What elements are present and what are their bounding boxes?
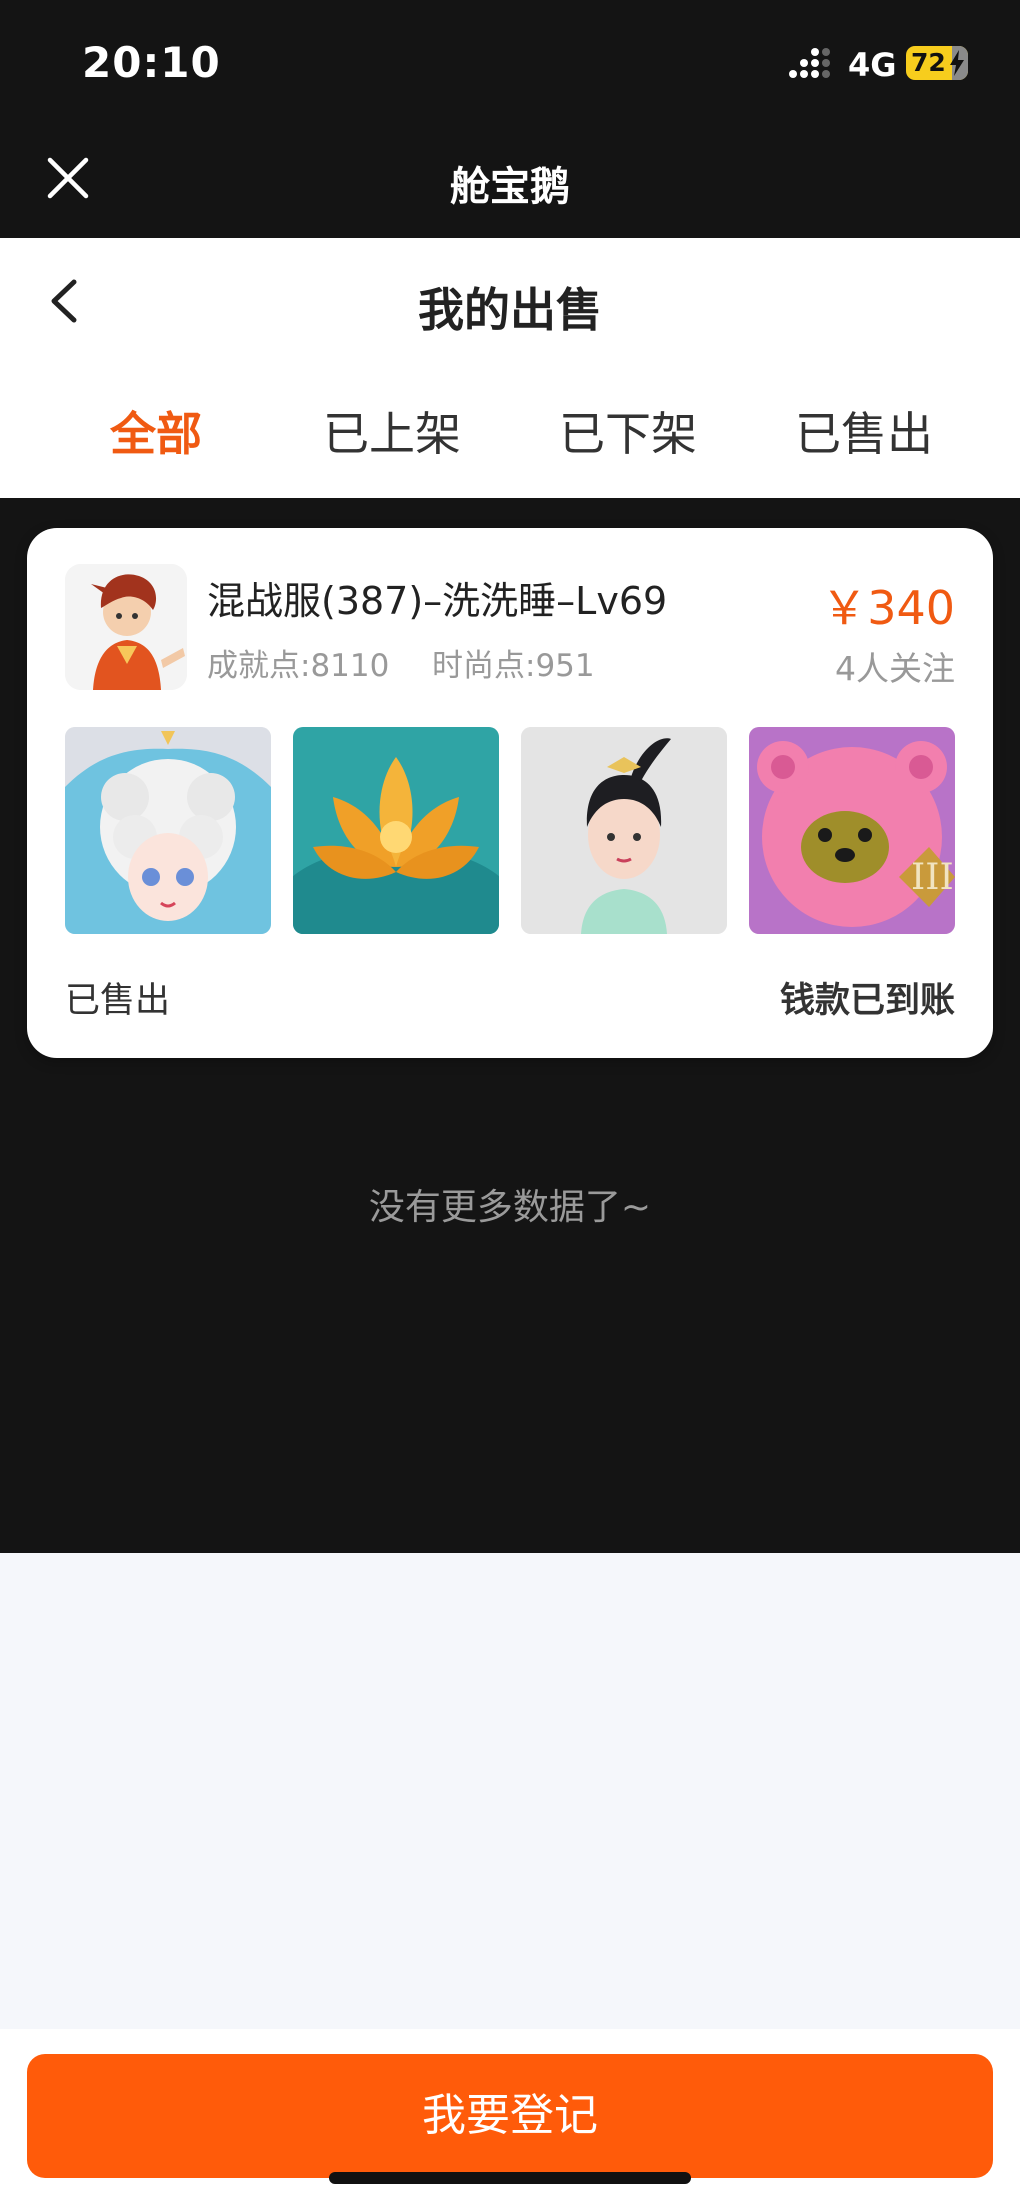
- register-button[interactable]: 我要登记: [27, 2054, 993, 2178]
- page-header: 我的出售 全部 已上架 已下架 已售出: [0, 238, 1020, 498]
- tab-all[interactable]: 全部: [38, 398, 274, 464]
- payment-status: 钱款已到账: [779, 981, 955, 1021]
- page-title: 我的出售: [418, 283, 602, 337]
- listing-price: ￥340: [821, 581, 955, 635]
- empty-area: [0, 1553, 1020, 2029]
- tab-delisted[interactable]: 已下架: [510, 398, 746, 464]
- battery-icon: 72: [906, 46, 968, 80]
- home-indicator: [329, 2172, 691, 2184]
- svg-text:III: III: [911, 857, 954, 898]
- status-time: 20:10: [82, 38, 221, 87]
- outfit-thumbnail[interactable]: [65, 727, 271, 934]
- tab-bar: 全部 已上架 已下架 已售出: [0, 398, 1020, 468]
- page: 20:10 4G 72 舱宝鹅 我的出售 全部 已上架 已下架 已售出 混战服(…: [0, 0, 1020, 2207]
- app-title: 舱宝鹅: [450, 164, 570, 210]
- lotus-item-thumbnail[interactable]: [293, 727, 499, 934]
- listing-card[interactable]: 混战服(387)–洗洗睡–Lv69 成就点:8110 时尚点:951 ￥340 …: [27, 528, 993, 1058]
- fashion-points: 时尚点:951: [432, 648, 595, 684]
- tab-listed[interactable]: 已上架: [274, 398, 510, 464]
- battery-level: 72: [911, 48, 946, 77]
- app-bar: 舱宝鹅: [0, 120, 1020, 238]
- end-of-list-text: 没有更多数据了~: [368, 1187, 652, 1228]
- network-label: 4G: [848, 46, 897, 84]
- listing-title: 混战服(387)–洗洗睡–Lv69: [207, 579, 668, 623]
- character-avatar: [65, 564, 187, 690]
- sale-status: 已售出: [65, 981, 171, 1021]
- charging-bolt-icon: [950, 50, 964, 76]
- bear-mount-thumbnail[interactable]: III: [749, 727, 955, 934]
- dancer-outfit-thumbnail[interactable]: [521, 727, 727, 934]
- status-bar: 20:10 4G 72: [0, 0, 1020, 120]
- watcher-count: 4人关注: [835, 649, 955, 688]
- tab-sold[interactable]: 已售出: [746, 398, 982, 464]
- signal-icon: [789, 48, 831, 82]
- achievement-points: 成就点:8110: [207, 648, 390, 684]
